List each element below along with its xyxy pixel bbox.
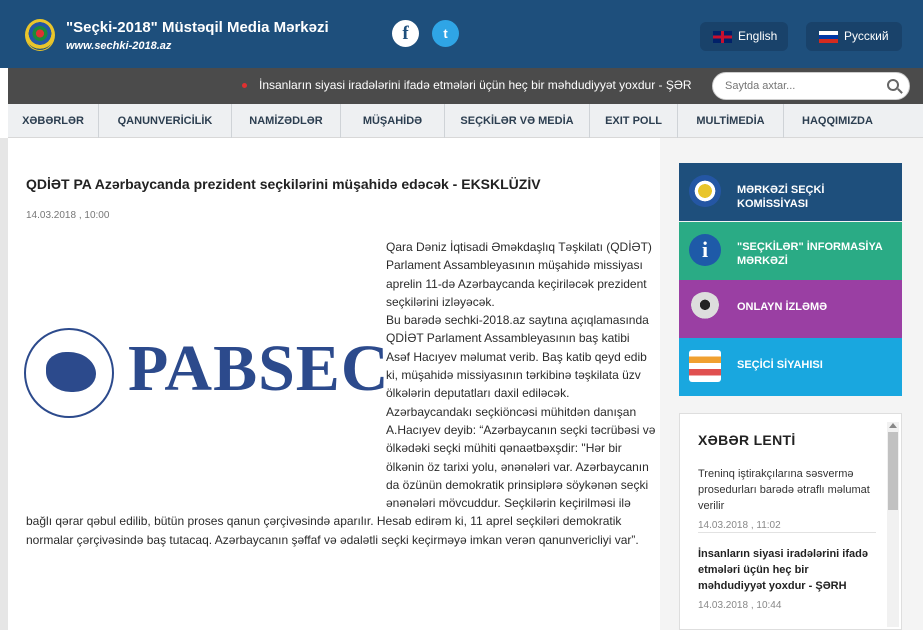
language-label: Русский [844, 29, 889, 43]
site-name[interactable]: "Seçki-2018" Müstəqil Media Mərkəzi [66, 19, 329, 36]
image-float-space [26, 238, 386, 512]
news-item[interactable]: İnsanların siyasi iradələrini ifadə etmə… [698, 546, 873, 611]
info-icon: i [689, 234, 721, 266]
sidebar-button-label: MƏRKƏZİ SEÇKİ KOMİSSİYASI [737, 184, 825, 210]
scroll-up-arrow-icon[interactable] [889, 423, 897, 428]
voter-list-button[interactable]: SEÇİCİ SİYAHISI [679, 338, 902, 396]
ticker-headline[interactable]: İnsanların siyasi iradələrini ifadə etmə… [259, 78, 692, 92]
news-date: 14.03.2018 , 11:02 [698, 520, 781, 531]
nav-item-multimedia[interactable]: MULTİMEDİA [678, 104, 784, 138]
article-title: QDİƏT PA Azərbaycanda prezident seçkilər… [26, 176, 541, 192]
nav-item-haqqimizda[interactable]: HAQQIMIZDA [784, 104, 891, 138]
news-date: 14.03.2018 , 10:44 [698, 600, 782, 611]
nav-item-namizedler[interactable]: NAMİZƏDLƏR [232, 104, 341, 138]
nav-item-qanunvericilik[interactable]: QANUNVERİCİLİK [99, 104, 232, 138]
page-margin [0, 138, 8, 630]
scrollbar-thumb[interactable] [888, 432, 898, 510]
site-url[interactable]: www.sechki-2018.az [66, 40, 171, 52]
language-russian-button[interactable]: Русский [806, 22, 902, 51]
divider [698, 532, 876, 533]
nav-item-xeberler[interactable]: XƏBƏRLƏR [8, 104, 99, 138]
news-scrollbar[interactable] [887, 422, 899, 627]
online-monitoring-button[interactable]: ONLAYN İZLƏMƏ [679, 280, 902, 338]
language-label: English [738, 29, 778, 43]
facebook-icon[interactable]: f [392, 20, 419, 47]
bullet-icon [242, 83, 247, 88]
central-election-commission-button[interactable]: MƏRKƏZİ SEÇKİ KOMİSSİYASI [679, 163, 902, 221]
ru-flag-icon [819, 31, 838, 43]
news-feed: XƏBƏR LENTİ Treninq iştirakçılarına səsv… [679, 413, 902, 630]
news-headline[interactable]: İnsanların siyasi iradələrini ifadə etmə… [698, 546, 873, 594]
main-navigation: XƏBƏRLƏR QANUNVERİCİLİK NAMİZƏDLƏR MÜŞAH… [8, 104, 923, 138]
nav-item-seckiler-ve-media[interactable]: SEÇKİLƏR VƏ MEDİA [445, 104, 590, 138]
sidebar-button-label: ONLAYN İZLƏMƏ [737, 301, 828, 313]
site-header: "Seçki-2018" Müstəqil Media Mərkəzi www.… [0, 0, 923, 68]
article-body: Qara Dəniz İqtisadi Əməkdaşlıq Təşkilatı… [26, 238, 656, 549]
news-headline[interactable]: Treninq iştirakçılarına səsvermə prosedu… [698, 466, 873, 514]
nav-item-musahide[interactable]: MÜŞAHİDƏ [341, 104, 445, 138]
nav-item-exit-poll[interactable]: EXIT POLL [590, 104, 678, 138]
language-english-button[interactable]: English [700, 22, 788, 51]
webcam-icon [689, 292, 721, 324]
search-input[interactable] [725, 77, 875, 95]
news-item[interactable]: Treninq iştirakçılarına səsvermə prosedu… [698, 466, 873, 531]
voter-list-icon [689, 350, 721, 382]
azerbaijan-emblem-icon[interactable] [25, 19, 55, 51]
sidebar-button-label: SEÇİCİ SİYAHISI [737, 359, 823, 371]
news-feed-title: XƏBƏR LENTİ [698, 432, 796, 448]
twitter-icon[interactable]: t [432, 20, 459, 47]
uk-flag-icon [713, 31, 732, 43]
search-icon[interactable] [887, 79, 899, 91]
election-commission-emblem-icon [689, 175, 721, 207]
article-date: 14.03.2018 , 10:00 [26, 210, 110, 221]
sidebar-button-label: "SEÇKİLƏR" İNFORMASİYA MƏRKƏZİ [737, 241, 883, 267]
search-box [712, 72, 910, 100]
information-center-button[interactable]: i "SEÇKİLƏR" İNFORMASİYA MƏRKƏZİ [679, 222, 902, 280]
